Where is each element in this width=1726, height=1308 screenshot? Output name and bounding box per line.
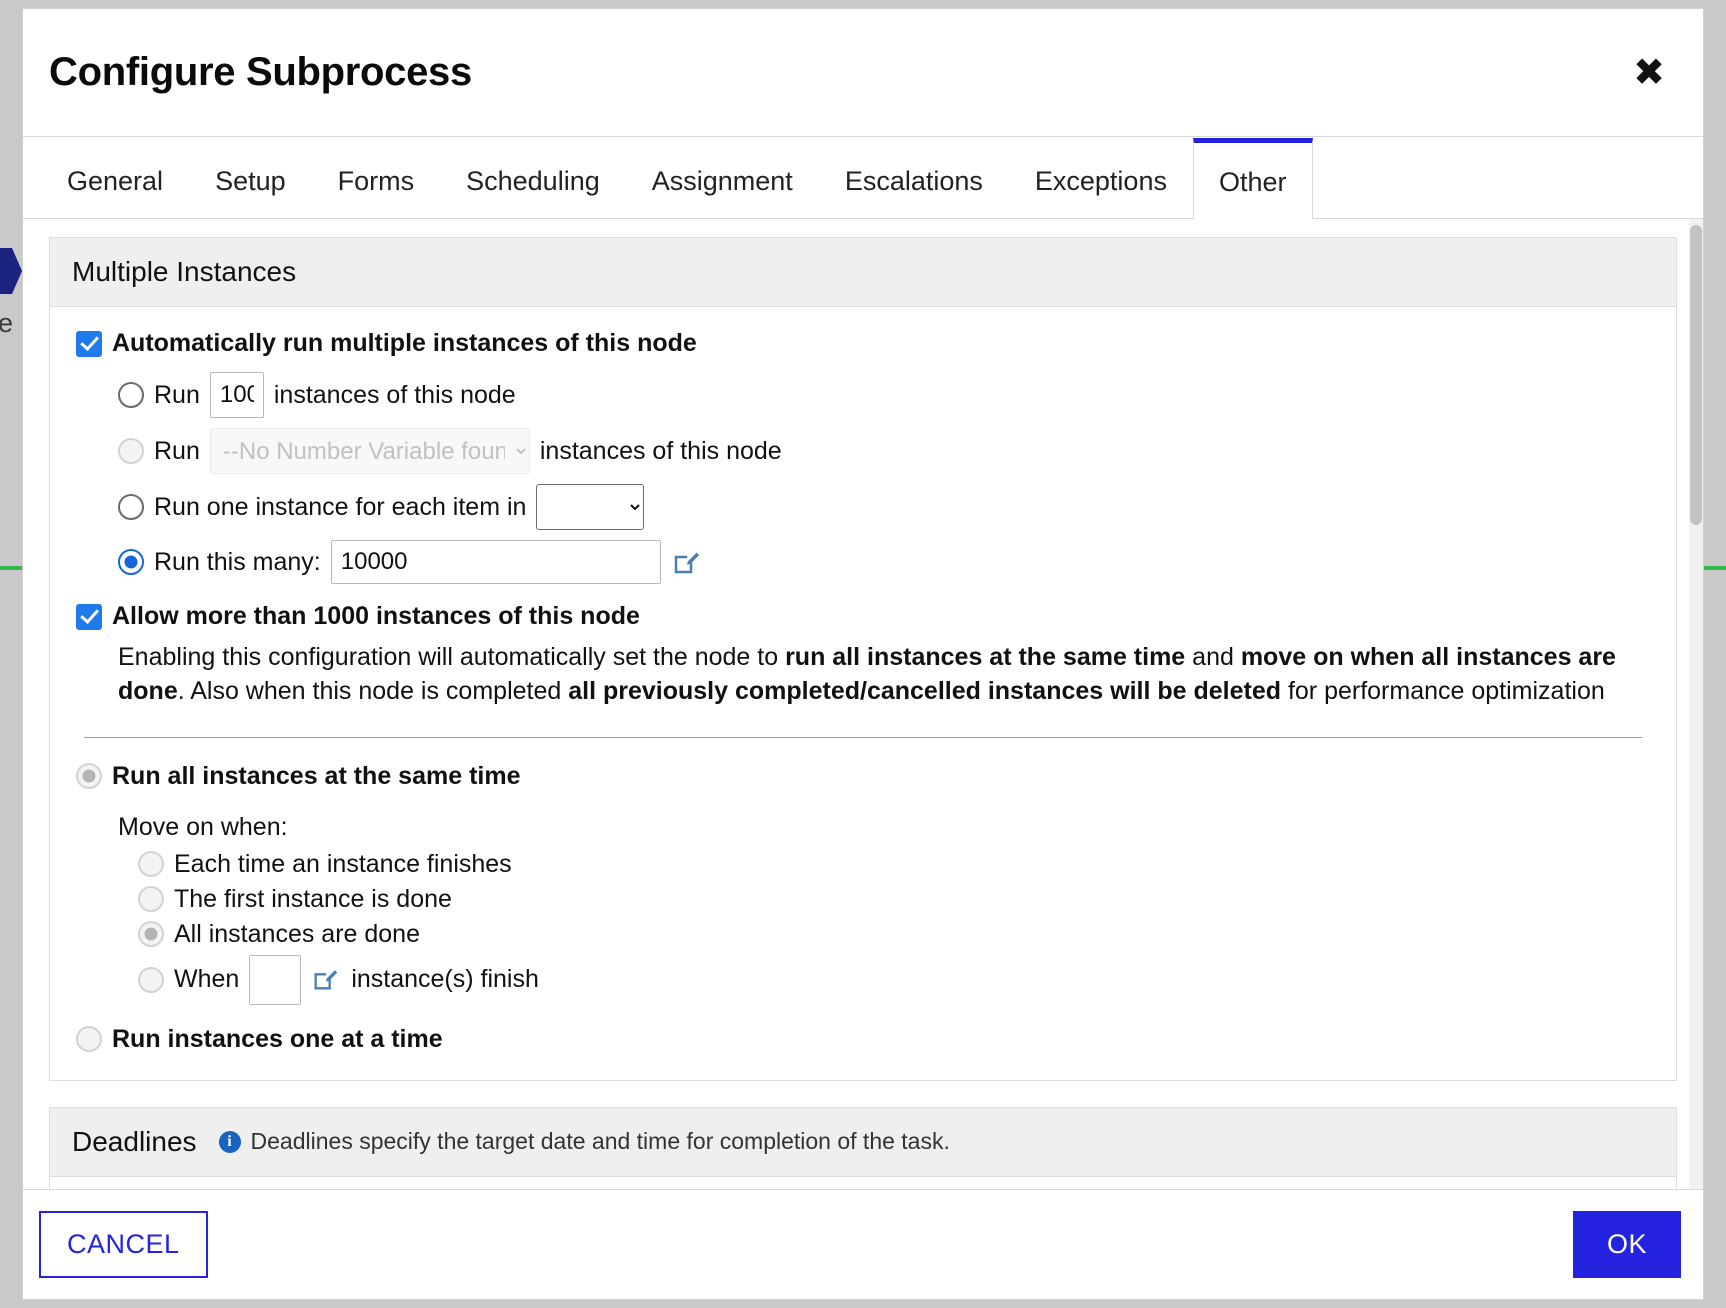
background-green-connector-right xyxy=(1704,566,1726,570)
run-each-item-label: Run one instance for each item in xyxy=(154,492,527,521)
note-part-4: for performance optimization xyxy=(1281,676,1605,705)
allow-more-label: Allow more than 1000 instances of this n… xyxy=(112,602,640,630)
move-on-when-prefix-label: When xyxy=(174,965,240,993)
tab-general[interactable]: General xyxy=(41,138,189,219)
run-variable-suffix-label: instances of this node xyxy=(539,436,782,465)
background-hexagon-shape xyxy=(0,248,22,294)
run-one-at-a-time-radio xyxy=(76,1026,102,1052)
configure-subprocess-dialog: Configure Subprocess ✖ General Setup For… xyxy=(22,8,1704,1300)
tab-bar: General Setup Forms Scheduling Assignmen… xyxy=(23,137,1703,221)
body-scrollbar-thumb[interactable] xyxy=(1690,225,1702,525)
tab-forms[interactable]: Forms xyxy=(312,138,441,219)
move-on-when-count-row: When instance(s) finish xyxy=(138,954,1650,1005)
auto-run-checkbox[interactable] xyxy=(76,330,102,357)
run-variable-select: --No Number Variable found xyxy=(209,428,530,474)
multiple-instances-panel-header: Multiple Instances xyxy=(50,238,1676,307)
section-divider xyxy=(84,736,1642,738)
dialog-header: Configure Subprocess ✖ xyxy=(23,9,1703,137)
note-bold-3: all previously completed/cancelled insta… xyxy=(568,676,1281,705)
run-variable-radio xyxy=(118,438,144,464)
allow-more-note: Enabling this configuration will automat… xyxy=(118,641,1628,709)
run-variable-prefix-label: Run xyxy=(154,436,200,465)
multiple-instances-panel-content: Automatically run multiple instances of … xyxy=(50,307,1676,1080)
note-bold-1: run all instances at the same time xyxy=(785,643,1186,671)
run-all-same-time-radio xyxy=(76,763,102,789)
cancel-button[interactable]: CANCEL xyxy=(39,1211,208,1278)
background-green-connector-left xyxy=(0,566,22,570)
deadlines-hint-text: Deadlines specify the target date and ti… xyxy=(250,1128,950,1154)
multiple-instances-panel-title: Multiple Instances xyxy=(72,256,297,287)
run-count-radio[interactable] xyxy=(118,382,144,408)
run-all-same-time-label: Run all instances at the same time xyxy=(112,761,521,790)
tab-assignment[interactable]: Assignment xyxy=(626,138,819,219)
allow-more-checkbox[interactable] xyxy=(76,603,102,630)
move-on-when-label: Move on when: xyxy=(118,812,288,841)
screen: e Configure Subprocess ✖ General Setup F… xyxy=(0,0,1726,1308)
run-one-at-a-time-row: Run instances one at a time xyxy=(76,1025,1650,1054)
run-each-item-row: Run one instance for each item in xyxy=(118,484,1650,530)
edit-pencil-icon-when[interactable] xyxy=(311,965,341,995)
tab-exceptions[interactable]: Exceptions xyxy=(1009,138,1193,219)
body-scrollbar-track[interactable] xyxy=(1689,219,1703,1189)
run-count-row: Run instances of this node xyxy=(118,372,1650,418)
run-one-at-a-time-label: Run instances one at a time xyxy=(112,1024,443,1053)
move-on-all-done-label: All instances are done xyxy=(174,919,420,948)
auto-run-row: Automatically run multiple instances of … xyxy=(76,329,1650,358)
allow-more-row: Allow more than 1000 instances of this n… xyxy=(76,602,1650,631)
deadlines-panel-title: Deadlines xyxy=(72,1125,197,1157)
deadlines-panel-hint: i Deadlines specify the target date and … xyxy=(218,1128,950,1155)
edit-pencil-icon[interactable] xyxy=(671,547,701,577)
note-part-3: . Also when this node is completed xyxy=(177,676,569,705)
run-this-many-label: Run this many: xyxy=(154,547,321,576)
close-icon[interactable]: ✖ xyxy=(1625,50,1673,96)
run-this-many-radio[interactable] xyxy=(118,549,144,575)
note-part-2: and xyxy=(1185,643,1241,671)
dialog-title: Configure Subprocess xyxy=(49,50,472,94)
run-variable-row: Run --No Number Variable found instances… xyxy=(118,428,1650,474)
dialog-footer: CANCEL OK xyxy=(23,1189,1703,1299)
tab-setup[interactable]: Setup xyxy=(189,138,312,219)
move-on-each-time-row: Each time an instance finishes xyxy=(138,850,1650,879)
run-each-item-select[interactable] xyxy=(536,484,645,530)
auto-run-label: Automatically run multiple instances of … xyxy=(112,329,697,357)
run-this-many-row: Run this many: xyxy=(118,540,1650,584)
run-each-item-radio[interactable] xyxy=(118,494,144,520)
move-on-first-done-label: The first instance is done xyxy=(174,884,452,913)
deadlines-panel: Deadlines i Deadlines specify the target… xyxy=(49,1106,1677,1190)
run-count-prefix-label: Run xyxy=(154,380,200,409)
tab-scheduling[interactable]: Scheduling xyxy=(440,138,626,219)
deadlines-panel-header: Deadlines i Deadlines specify the target… xyxy=(50,1107,1676,1177)
note-part-1: Enabling this configuration will automat… xyxy=(118,643,786,671)
move-on-first-done-row: The first instance is done xyxy=(138,885,1650,914)
ok-button[interactable]: OK xyxy=(1572,1211,1681,1278)
move-on-all-done-radio xyxy=(138,921,164,947)
multiple-instances-panel: Multiple Instances Automatically run mul… xyxy=(49,237,1677,1081)
run-all-same-time-row: Run all instances at the same time xyxy=(76,762,1650,791)
run-count-input[interactable] xyxy=(209,372,264,418)
move-on-when-count-radio xyxy=(138,966,164,993)
background-letter-fragment: e xyxy=(0,308,14,338)
move-on-each-time-label: Each time an instance finishes xyxy=(174,849,512,878)
move-on-each-time-radio xyxy=(138,851,164,877)
move-on-all-done-row: All instances are done xyxy=(138,920,1650,949)
tab-escalations[interactable]: Escalations xyxy=(819,138,1009,219)
deadlines-panel-content: Enable deadlines The deadline for this n… xyxy=(50,1177,1676,1190)
move-on-first-done-radio xyxy=(138,886,164,912)
dialog-body: Multiple Instances Automatically run mul… xyxy=(23,219,1703,1189)
tab-other[interactable]: Other xyxy=(1192,138,1313,221)
run-this-many-input[interactable] xyxy=(330,540,661,584)
move-on-when-suffix-label: instance(s) finish xyxy=(351,965,539,993)
run-count-suffix-label: instances of this node xyxy=(273,380,516,409)
move-on-when-count-input[interactable] xyxy=(249,954,302,1005)
info-icon: i xyxy=(218,1130,241,1153)
